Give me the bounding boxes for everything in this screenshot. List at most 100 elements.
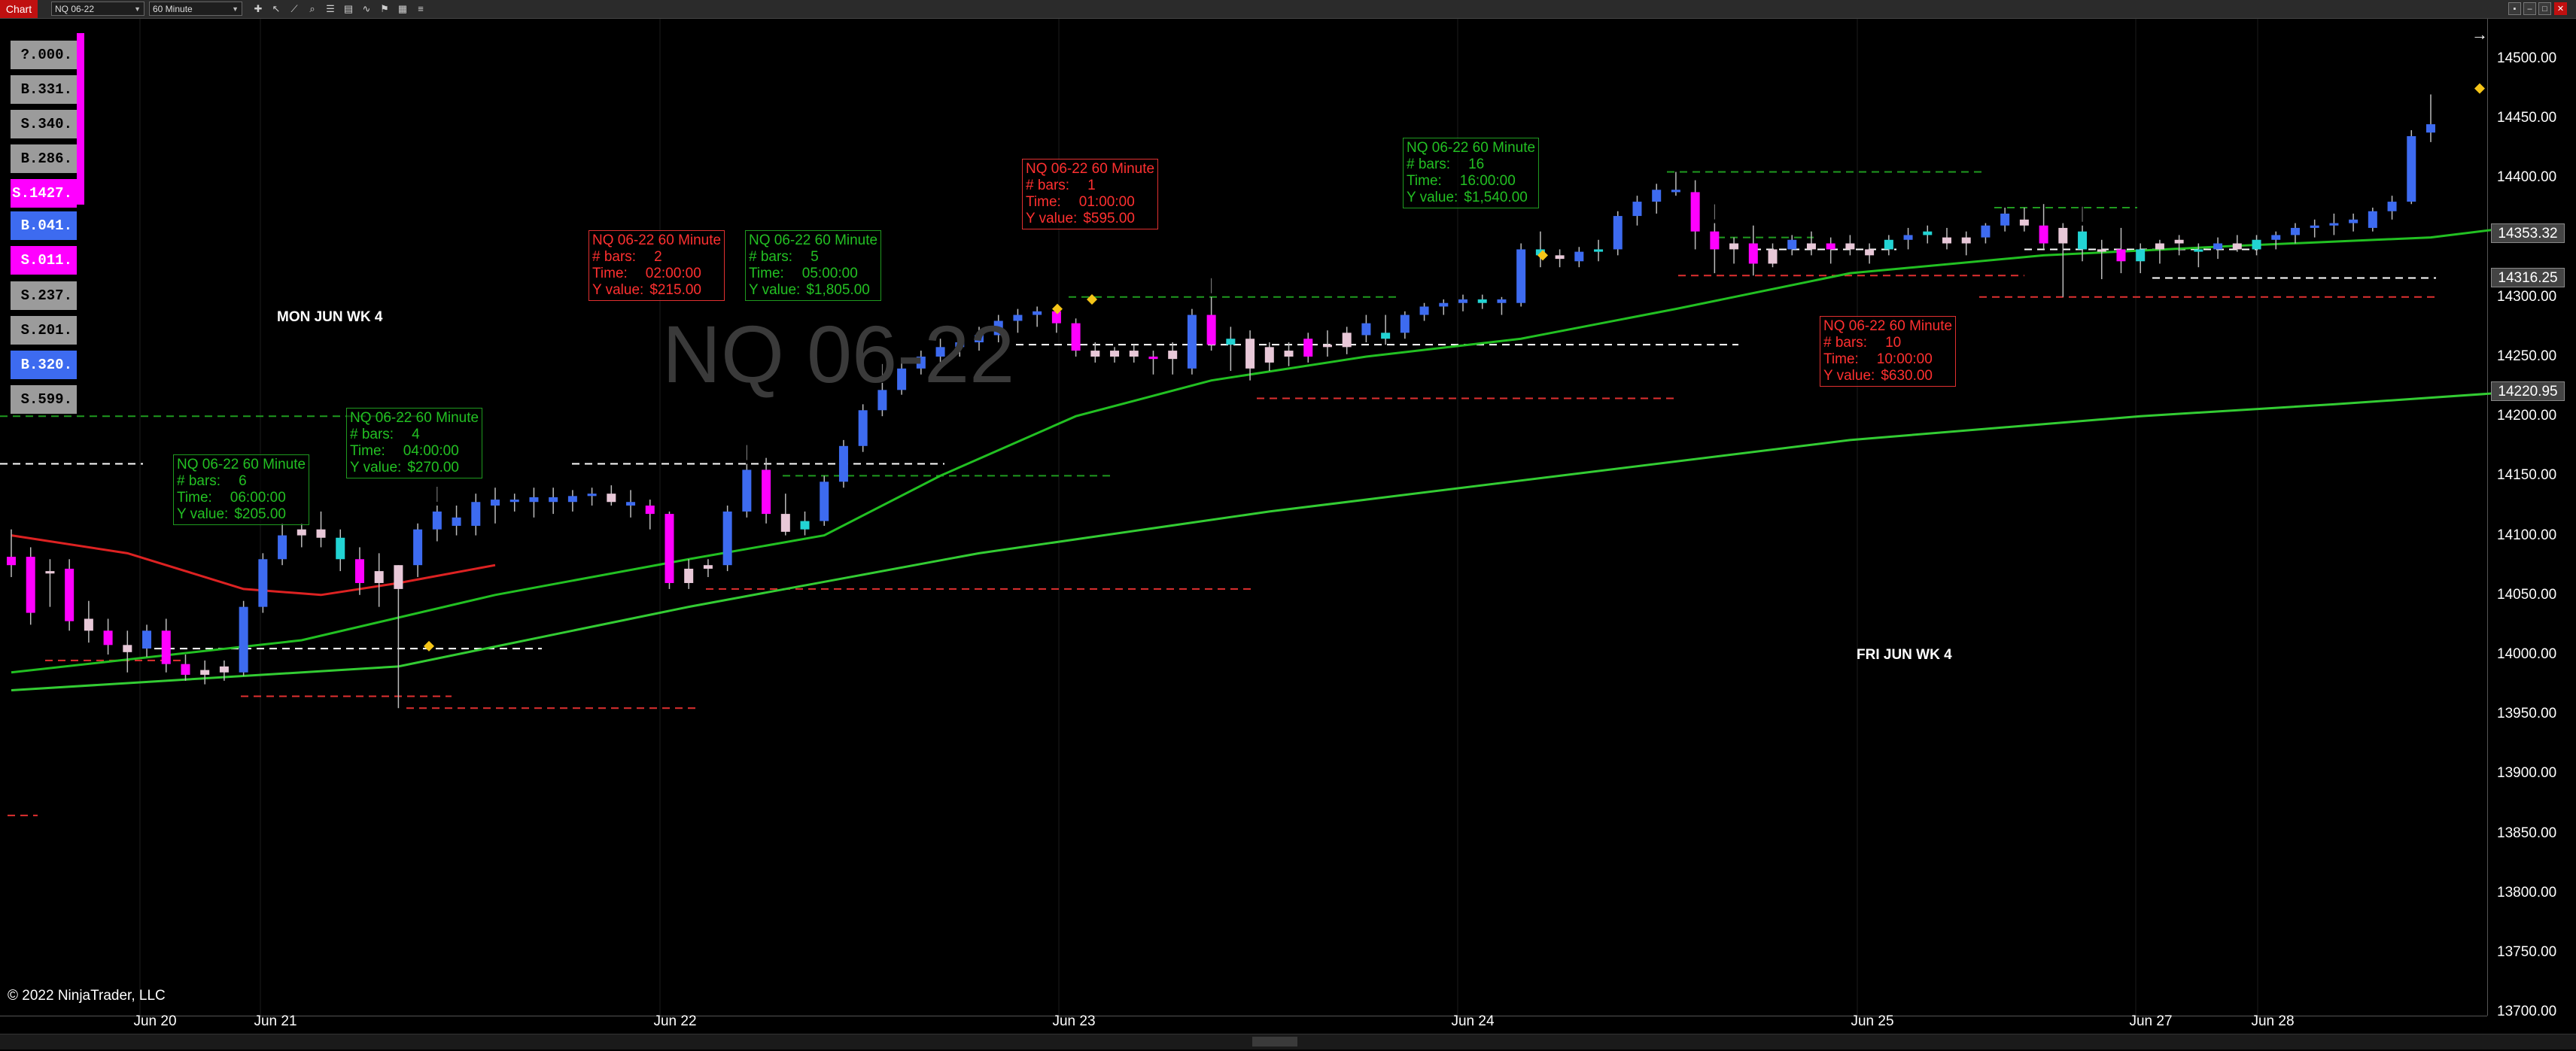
price-marker-tag: 14220.95 (2491, 381, 2565, 401)
candle-body (1322, 345, 1332, 348)
annotation-y-label: Y value: (1407, 190, 1458, 205)
candle-body (26, 557, 35, 613)
candle-body (452, 517, 461, 526)
annotation-y-value: $1,540.00 (1464, 190, 1528, 205)
day-label-mon: MON JUN WK 4 (277, 309, 383, 325)
candle-body (1884, 239, 1893, 250)
maximize-icon[interactable]: □ (2538, 2, 2551, 15)
candle-body (7, 557, 16, 566)
candle-body (626, 502, 636, 506)
order-tag[interactable]: S.599. (11, 385, 77, 414)
annotation-y-label: Y value: (350, 460, 402, 475)
crosshair-icon[interactable]: ✚ (251, 2, 265, 16)
order-tag[interactable]: B.041. (11, 211, 77, 240)
measure-annotation[interactable]: NQ 06-22 60 Minute # bars: 10 Time: 10:00:… (1820, 316, 1957, 387)
measure-annotation[interactable]: NQ 06-22 60 Minute # bars: 1 Time: 01:00:0… (1022, 159, 1159, 229)
indicators-icon[interactable]: ∿ (360, 2, 373, 16)
close-icon[interactable]: ✕ (2554, 2, 2567, 15)
candle-body (258, 559, 268, 607)
candle-body (161, 630, 171, 664)
minimize-icon[interactable]: – (2523, 2, 2536, 15)
price-axis-label: 14200.00 (2497, 408, 2557, 424)
candle-body (336, 537, 345, 560)
annotation-bars-value: 6 (239, 473, 247, 489)
candle-body (491, 500, 500, 506)
candle-body (432, 511, 442, 530)
candle-body (1826, 243, 1835, 250)
price-chart[interactable] (0, 19, 2576, 1034)
candle-body (1690, 192, 1700, 232)
annotation-time-label: Time: (1823, 351, 1859, 367)
order-tag[interactable]: B.286. (11, 144, 77, 173)
annotation-y-label: Y value: (177, 506, 229, 522)
order-tag[interactable]: S.011. (11, 246, 77, 275)
candle-body (394, 565, 403, 589)
draw-line-icon[interactable]: ⟋ (287, 2, 301, 16)
candle-body (1303, 339, 1313, 357)
horizontal-scrollbar[interactable] (0, 1034, 2576, 1049)
measure-annotation[interactable]: NQ 06-22 60 Minute # bars: 5 Time: 05:00:0… (745, 230, 882, 301)
chevron-down-icon: ▼ (134, 5, 141, 13)
annotation-instrument: NQ 06-22 60 Minute (749, 232, 878, 248)
annotation-y-value: $205.00 (234, 506, 286, 522)
menu-icon[interactable]: ≡ (414, 2, 427, 16)
candle-body (684, 568, 694, 583)
candle-body (2368, 211, 2377, 228)
templates-icon[interactable]: ▦ (396, 2, 409, 16)
annotation-y-label: Y value: (749, 282, 801, 298)
candle-body (316, 529, 326, 538)
order-tag[interactable]: S.1427. (11, 179, 77, 208)
order-tag[interactable]: ?.000. (11, 41, 77, 69)
data-series-icon[interactable]: ▤ (342, 2, 355, 16)
price-axis-label: 13700.00 (2497, 1004, 2557, 1020)
properties-icon[interactable]: ☰ (324, 2, 337, 16)
order-tag[interactable]: B.320. (11, 351, 77, 379)
price-axis-label: 13900.00 (2497, 765, 2557, 782)
candle-body (1729, 243, 1739, 250)
candle-body (1129, 351, 1139, 357)
annotation-bars-value: 2 (654, 249, 662, 265)
time-axis-label: Jun 21 (254, 1013, 297, 1029)
signal-diamond (424, 640, 434, 652)
pin-icon[interactable]: ▪ (2508, 2, 2521, 15)
candle-body (1961, 237, 1971, 244)
candle-body (703, 565, 713, 569)
annotation-bars-value: 10 (1885, 335, 1902, 351)
time-axis-label: Jun 20 (133, 1013, 177, 1029)
time-axis-label: Jun 28 (2251, 1013, 2295, 1029)
candle-body (1923, 231, 1933, 235)
candle-body (1187, 314, 1197, 369)
scroll-thumb[interactable] (1252, 1037, 1297, 1046)
candle-body (45, 571, 55, 574)
candle-body (1555, 255, 1565, 260)
candle-body (1400, 314, 1410, 333)
measure-annotation[interactable]: NQ 06-22 60 Minute # bars: 4 Time: 04:00:0… (346, 408, 483, 478)
candle-body (1168, 351, 1178, 360)
pointer-icon[interactable]: ↖ (269, 2, 283, 16)
order-tag[interactable]: S.201. (11, 316, 77, 345)
candle-body (1787, 239, 1797, 250)
chart-tab[interactable]: Chart (0, 0, 38, 18)
measure-annotation[interactable]: NQ 06-22 60 Minute # bars: 2 Time: 02:00:0… (588, 230, 725, 301)
measure-annotation[interactable]: NQ 06-22 60 Minute # bars: 16 Time: 16:00:… (1403, 138, 1540, 208)
order-tag[interactable]: B.331. (11, 75, 77, 104)
annotation-instrument: NQ 06-22 60 Minute (350, 410, 479, 426)
candle-body (142, 630, 152, 649)
strategies-icon[interactable]: ⚑ (378, 2, 391, 16)
measure-annotation[interactable]: NQ 06-22 60 Minute # bars: 6 Time: 06:00:0… (173, 454, 310, 525)
candle-body (239, 606, 248, 673)
candle-body (762, 469, 771, 515)
order-tag[interactable]: S.237. (11, 281, 77, 310)
candle-body (354, 559, 364, 583)
annotation-bars-value: 1 (1087, 178, 1096, 193)
zoom-icon[interactable]: ⌕ (306, 2, 319, 16)
time-axis-label: Jun 25 (1851, 1013, 1894, 1029)
order-tag[interactable]: S.340. (11, 110, 77, 138)
candle-body (471, 502, 481, 526)
candle-body (2058, 227, 2068, 244)
arrow-right-icon[interactable]: → (2471, 26, 2488, 43)
instrument-selector[interactable]: NQ 06-22 ▼ (51, 2, 144, 16)
interval-selector[interactable]: 60 Minute ▼ (149, 2, 242, 16)
candle-body (1110, 351, 1120, 357)
annotation-bars-label: # bars: (749, 249, 793, 265)
